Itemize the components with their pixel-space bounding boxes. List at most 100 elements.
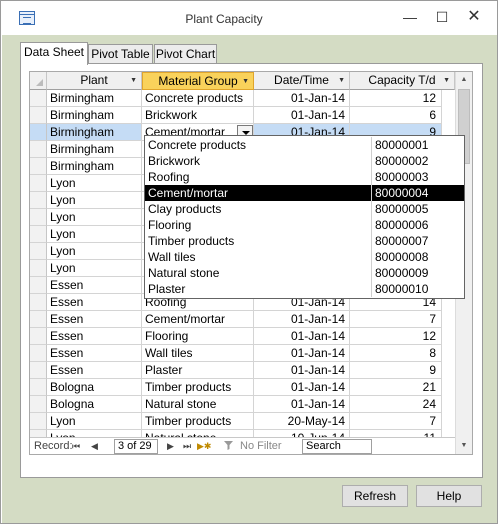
row-selector[interactable] — [30, 345, 47, 362]
refresh-button[interactable]: Refresh — [342, 485, 408, 507]
table-row[interactable]: Essen Plaster 01-Jan-14 9 — [30, 362, 455, 379]
dropdown-option[interactable]: Brickwork 80000002 — [145, 153, 464, 169]
sort-arrow-icon[interactable]: ▼ — [242, 73, 249, 90]
plant-cell[interactable]: Birmingham — [47, 141, 142, 158]
plant-cell[interactable]: Essen — [47, 311, 142, 328]
capacity-cell[interactable]: 9 — [350, 362, 442, 379]
row-selector[interactable] — [30, 396, 47, 413]
next-record-icon[interactable]: ▶ — [167, 440, 174, 453]
material-group-cell[interactable]: Timber products — [142, 379, 254, 396]
maximize-button[interactable]: ☐ — [427, 5, 457, 29]
row-selector[interactable] — [30, 379, 47, 396]
plant-cell[interactable]: Birmingham — [47, 90, 142, 107]
plant-cell[interactable]: Essen — [47, 294, 142, 311]
plant-cell[interactable]: Birmingham — [47, 124, 142, 141]
plant-cell[interactable]: Bologna — [47, 379, 142, 396]
new-record-icon[interactable]: ▶✱ — [197, 440, 211, 453]
column-header-capacity[interactable]: Capacity T/d ▼ — [350, 72, 455, 90]
row-selector[interactable] — [30, 328, 47, 345]
dropdown-option[interactable]: Clay products 80000005 — [145, 201, 464, 217]
row-selector[interactable] — [30, 260, 47, 277]
column-header-material-group[interactable]: Material Group ▼ — [142, 72, 254, 90]
row-selector[interactable] — [30, 294, 47, 311]
row-selector[interactable] — [30, 362, 47, 379]
dropdown-option[interactable]: Flooring 80000006 — [145, 217, 464, 233]
capacity-cell[interactable]: 7 — [350, 413, 442, 430]
previous-record-icon[interactable]: ◀ — [91, 440, 98, 453]
last-record-icon[interactable]: ⏭ — [183, 440, 191, 453]
material-group-cell[interactable]: Cement/mortar — [142, 311, 254, 328]
table-row[interactable]: Essen Cement/mortar 01-Jan-14 7 — [30, 311, 455, 328]
dropdown-option[interactable]: Cement/mortar 80000004 — [145, 185, 464, 201]
table-row[interactable]: Lyon Timber products 20-May-14 7 — [30, 413, 455, 430]
material-group-cell[interactable]: Brickwork — [142, 107, 254, 124]
dropdown-option[interactable]: Roofing 80000003 — [145, 169, 464, 185]
table-row[interactable]: Essen Flooring 01-Jan-14 12 — [30, 328, 455, 345]
table-row[interactable]: Birmingham Concrete products 01-Jan-14 12 — [30, 90, 455, 107]
row-selector[interactable] — [30, 90, 47, 107]
record-position-field[interactable]: 3 of 29 — [114, 439, 158, 454]
plant-cell[interactable]: Essen — [47, 277, 142, 294]
select-all-corner[interactable] — [30, 72, 47, 90]
plant-cell[interactable]: Bologna — [47, 396, 142, 413]
search-input[interactable]: Search — [302, 439, 372, 454]
capacity-cell[interactable]: 21 — [350, 379, 442, 396]
date-cell[interactable]: 01-Jan-14 — [254, 345, 350, 362]
plant-cell[interactable]: Lyon — [47, 175, 142, 192]
row-selector[interactable] — [30, 413, 47, 430]
row-selector[interactable] — [30, 243, 47, 260]
scroll-down-icon[interactable]: ▼ — [456, 438, 472, 454]
row-selector[interactable] — [30, 124, 47, 141]
table-row[interactable]: Essen Wall tiles 01-Jan-14 8 — [30, 345, 455, 362]
first-record-icon[interactable]: ⏮ — [72, 440, 80, 453]
material-group-cell[interactable]: Plaster — [142, 362, 254, 379]
material-group-dropdown-list[interactable]: Concrete products 80000001 Brickwork 800000… — [144, 135, 465, 299]
dropdown-option[interactable]: Natural stone 80000009 — [145, 265, 464, 281]
date-cell[interactable]: 01-Jan-14 — [254, 362, 350, 379]
plant-cell[interactable]: Essen — [47, 345, 142, 362]
dropdown-option[interactable]: Plaster 80000010 — [145, 281, 464, 297]
date-cell[interactable]: 01-Jan-14 — [254, 396, 350, 413]
plant-cell[interactable]: Lyon — [47, 192, 142, 209]
capacity-cell[interactable]: 12 — [350, 328, 442, 345]
date-cell[interactable]: 01-Jan-14 — [254, 107, 350, 124]
close-button[interactable]: ✕ — [459, 5, 489, 29]
capacity-cell[interactable]: 8 — [350, 345, 442, 362]
date-cell[interactable]: 20-May-14 — [254, 413, 350, 430]
date-cell[interactable]: 01-Jan-14 — [254, 328, 350, 345]
date-cell[interactable]: 01-Jan-14 — [254, 311, 350, 328]
table-row[interactable]: Bologna Natural stone 01-Jan-14 24 — [30, 396, 455, 413]
plant-cell[interactable]: Essen — [47, 362, 142, 379]
plant-cell[interactable]: Lyon — [47, 209, 142, 226]
tab-data-sheet[interactable]: Data Sheet — [20, 42, 88, 65]
row-selector[interactable] — [30, 226, 47, 243]
material-group-cell[interactable]: Timber products — [142, 413, 254, 430]
sort-arrow-icon[interactable]: ▼ — [338, 72, 345, 89]
sort-arrow-icon[interactable]: ▼ — [443, 72, 450, 89]
plant-cell[interactable]: Lyon — [47, 243, 142, 260]
scroll-up-icon[interactable]: ▲ — [456, 72, 472, 88]
material-group-cell[interactable]: Wall tiles — [142, 345, 254, 362]
tab-pivot-table[interactable]: Pivot Table — [88, 44, 153, 64]
row-selector[interactable] — [30, 141, 47, 158]
plant-cell[interactable]: Essen — [47, 328, 142, 345]
capacity-cell[interactable]: 7 — [350, 311, 442, 328]
column-header-plant[interactable]: Plant ▼ — [47, 72, 142, 90]
plant-cell[interactable]: Lyon — [47, 413, 142, 430]
dropdown-option[interactable]: Concrete products 80000001 — [145, 137, 464, 153]
date-cell[interactable]: 01-Jan-14 — [254, 379, 350, 396]
row-selector[interactable] — [30, 311, 47, 328]
plant-cell[interactable]: Birmingham — [47, 158, 142, 175]
column-header-date-time[interactable]: Date/Time ▼ — [254, 72, 350, 90]
plant-cell[interactable]: Lyon — [47, 226, 142, 243]
row-selector[interactable] — [30, 192, 47, 209]
row-selector[interactable] — [30, 277, 47, 294]
plant-cell[interactable]: Lyon — [47, 260, 142, 277]
tab-pivot-chart[interactable]: Pivot Chart — [154, 44, 217, 64]
row-selector[interactable] — [30, 175, 47, 192]
plant-cell[interactable]: Birmingham — [47, 107, 142, 124]
row-selector[interactable] — [30, 158, 47, 175]
no-filter-button[interactable]: No Filter — [240, 440, 282, 452]
material-group-cell[interactable]: Concrete products — [142, 90, 254, 107]
table-row[interactable]: Birmingham Brickwork 01-Jan-14 6 — [30, 107, 455, 124]
